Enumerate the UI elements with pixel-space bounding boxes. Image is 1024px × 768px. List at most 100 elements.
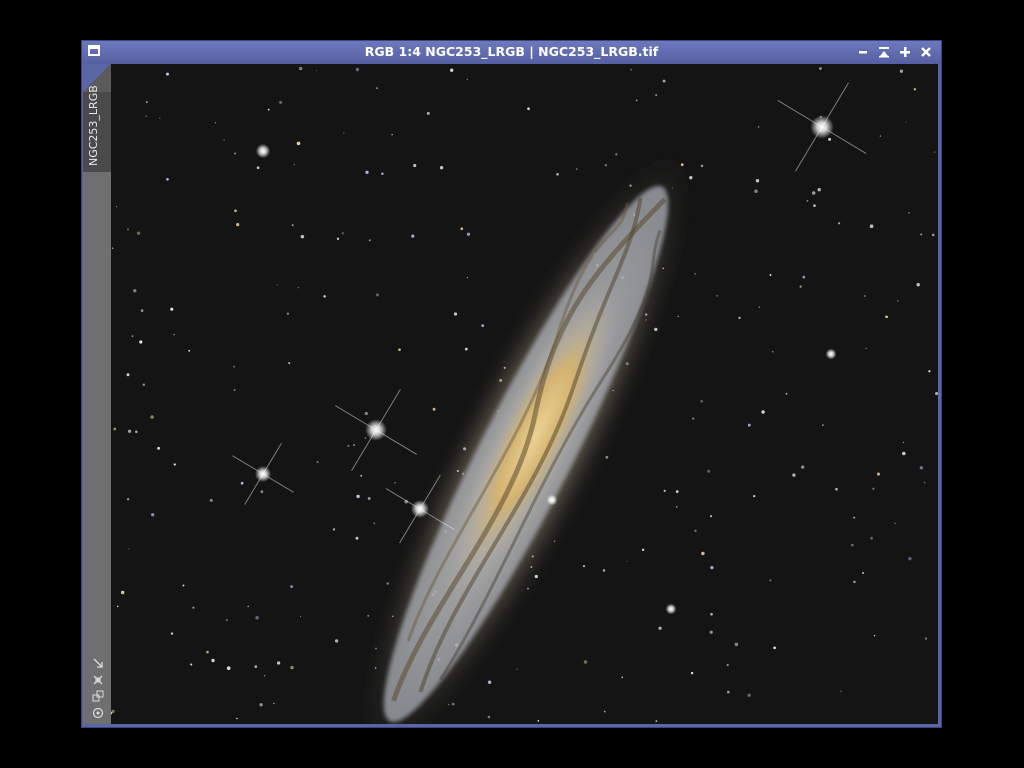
- minimize-icon[interactable]: [854, 43, 872, 61]
- star: [381, 172, 384, 175]
- image-window: RGB 1:4 NGC253_LRGB | NGC253_LRGB.tif NG…: [81, 40, 942, 728]
- star: [870, 536, 873, 540]
- star: [394, 482, 396, 484]
- star: [658, 626, 662, 630]
- star: [865, 347, 867, 350]
- star: [255, 616, 259, 620]
- star: [267, 108, 270, 111]
- maximize-icon[interactable]: [896, 43, 914, 61]
- star: [316, 460, 319, 464]
- clone-icon[interactable]: [92, 690, 104, 702]
- star: [602, 569, 606, 572]
- star: [655, 720, 658, 723]
- galaxy-image: [111, 64, 938, 724]
- star: [801, 465, 805, 469]
- star: [902, 441, 905, 444]
- star: [908, 212, 910, 214]
- star: [655, 94, 658, 97]
- star: [466, 277, 468, 279]
- star: [234, 152, 236, 155]
- star: [135, 430, 138, 434]
- bright-star: [546, 494, 558, 506]
- star: [127, 228, 129, 231]
- star: [449, 68, 454, 72]
- mask-icon[interactable]: [92, 707, 104, 719]
- star: [116, 605, 119, 608]
- star: [356, 494, 360, 499]
- star: [747, 423, 751, 427]
- star: [896, 300, 899, 302]
- zoom-fit-icon[interactable]: [92, 674, 104, 686]
- star: [894, 522, 896, 524]
- star: [131, 335, 134, 337]
- star: [582, 564, 586, 568]
- view-identifier-label: NGC253_LRGB: [87, 85, 100, 166]
- star: [293, 163, 296, 166]
- star: [341, 232, 344, 235]
- star: [353, 444, 355, 446]
- star: [924, 637, 928, 640]
- star: [226, 666, 231, 670]
- star: [799, 285, 802, 288]
- star: [113, 427, 117, 431]
- star: [464, 347, 468, 351]
- shade-icon[interactable]: [875, 43, 893, 61]
- star: [694, 529, 697, 533]
- star: [332, 528, 336, 531]
- star: [151, 513, 155, 517]
- star: [862, 571, 864, 574]
- star: [481, 324, 485, 328]
- star: [140, 309, 144, 312]
- star: [347, 444, 350, 448]
- star: [806, 200, 809, 202]
- star: [128, 548, 130, 550]
- star: [905, 121, 907, 123]
- star: [754, 189, 758, 194]
- star: [376, 87, 378, 89]
- star: [864, 295, 867, 297]
- star: [726, 664, 729, 667]
- star: [214, 122, 217, 124]
- star: [247, 605, 249, 608]
- star: [426, 111, 430, 115]
- star: [920, 233, 923, 236]
- star: [460, 227, 464, 231]
- star: [254, 665, 258, 668]
- star: [334, 639, 339, 643]
- star: [365, 170, 369, 174]
- star: [288, 362, 291, 365]
- star: [811, 191, 816, 195]
- star: [290, 585, 293, 588]
- star: [391, 133, 393, 136]
- star: [813, 204, 816, 207]
- star: [315, 70, 318, 72]
- star: [690, 671, 694, 675]
- star: [466, 232, 471, 236]
- star: [336, 237, 340, 240]
- star: [758, 306, 760, 308]
- star: [343, 132, 345, 134]
- star: [413, 163, 417, 168]
- star: [931, 233, 935, 237]
- star: [635, 99, 638, 102]
- star: [133, 289, 137, 293]
- star: [367, 614, 370, 617]
- star: [641, 548, 645, 551]
- star: [769, 579, 772, 582]
- star: [757, 126, 760, 128]
- star: [603, 710, 606, 713]
- star: [296, 141, 301, 146]
- star: [290, 665, 294, 670]
- star: [139, 340, 143, 344]
- resize-icon[interactable]: [92, 657, 104, 669]
- star: [373, 522, 376, 525]
- star: [537, 720, 540, 722]
- star: [355, 536, 359, 540]
- window-titlebar[interactable]: RGB 1:4 NGC253_LRGB | NGC253_LRGB.tif: [82, 41, 941, 64]
- star: [629, 68, 632, 71]
- star: [364, 437, 367, 439]
- close-icon[interactable]: [917, 43, 935, 61]
- image-canvas[interactable]: [111, 64, 938, 724]
- star: [677, 315, 679, 318]
- view-identifier-tab[interactable]: NGC253_LRGB: [83, 64, 111, 172]
